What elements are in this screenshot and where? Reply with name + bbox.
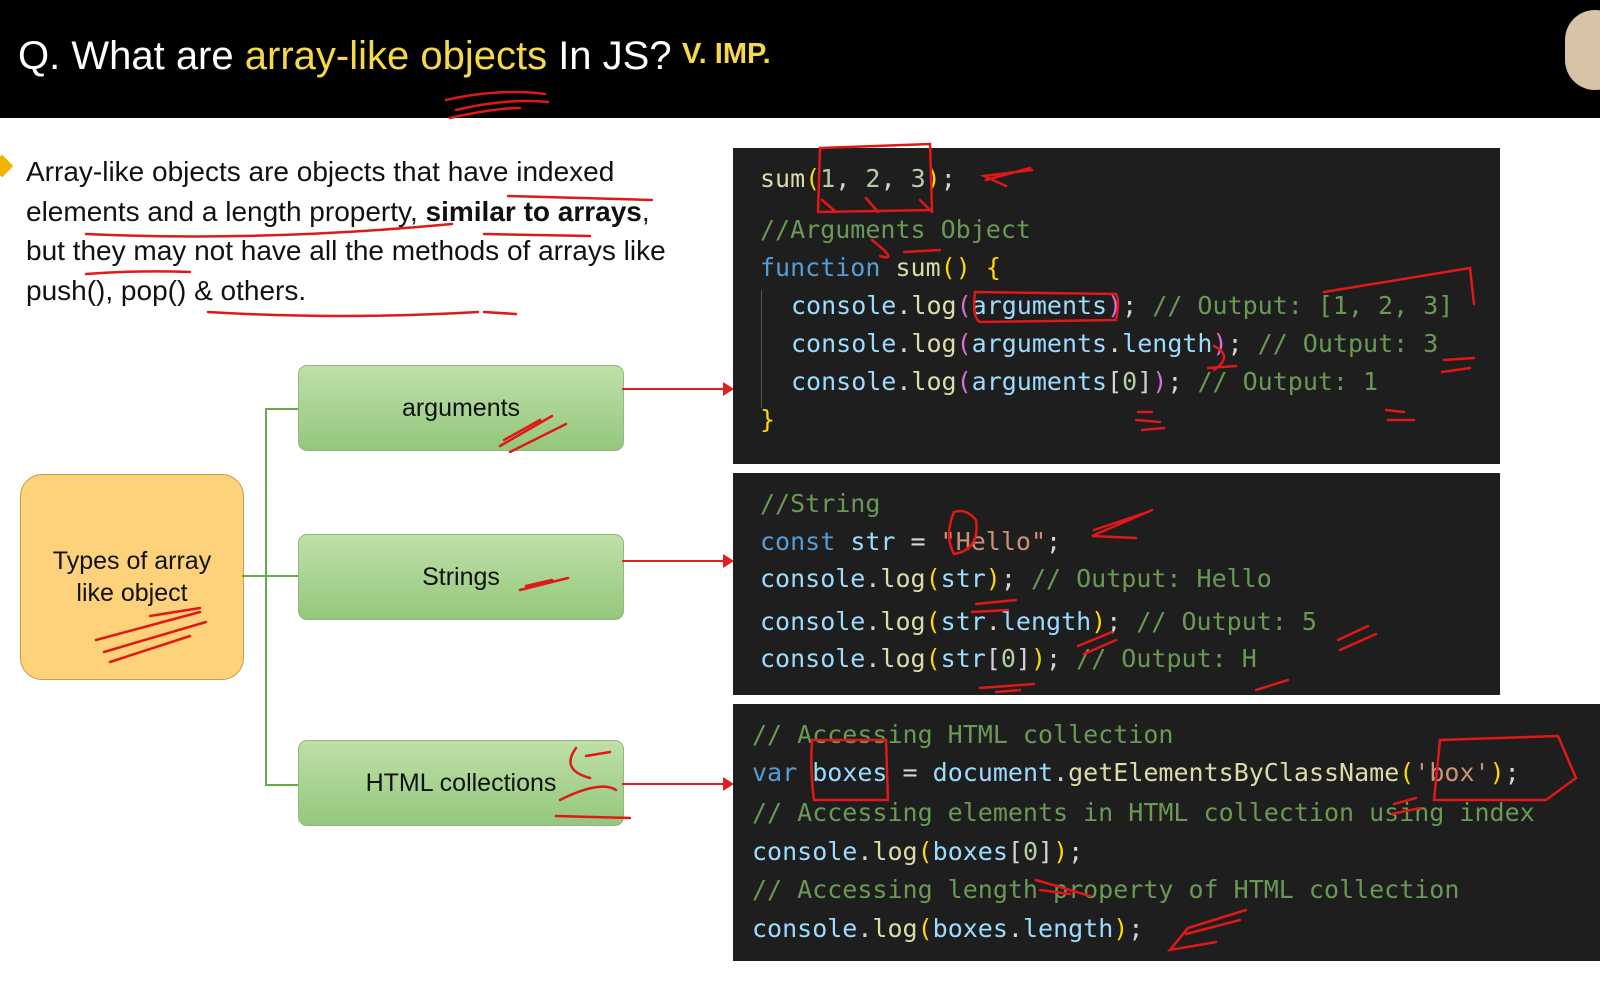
code-line: const str = "Hello"; [760,527,1062,556]
indent-guide [761,290,762,408]
code-line: function sum() { [760,253,1001,282]
code-line: console.log(str[0]); // Output: H [760,644,1257,673]
title-suffix: In JS? [547,34,672,78]
code-line: console.log(str); // Output: Hello [760,564,1272,593]
code-line: var boxes = document.getElementsByClassN… [752,758,1520,787]
branch-strings: Strings [298,534,624,620]
code-panel-strings: //String const str = "Hello"; console.lo… [733,473,1500,695]
code-line: // Accessing HTML collection [752,720,1174,749]
code-panel-arguments: sum(1, 2, 3); //Arguments Object functio… [733,148,1500,464]
code-line: sum(1, 2, 3); [760,164,956,193]
title-highlight: array-like objects [244,34,548,78]
connector-branch-1 [265,408,298,410]
code-line: console.log(arguments[0]); // Output: 1 [791,367,1379,396]
title-bar: Q. What are array-like objects In JS? V.… [0,0,1600,118]
code-line: // Accessing elements in HTML collection… [752,798,1535,827]
title-text: Q. What are [18,34,245,78]
code-line: // Accessing length property of HTML col… [752,875,1460,904]
arrow-strings [622,554,734,568]
branch-arguments: arguments [298,365,624,451]
code-line: console.log(str.length); // Output: 5 [760,607,1317,636]
bold-similar: similar to arrays [425,195,642,227]
definition-paragraph: Array-like objects are objects that have… [26,156,666,306]
importance-badge: V. IMP. [682,38,771,70]
connector-branch-3 [265,784,298,786]
arrow-html [622,777,734,791]
arrow-arguments [622,382,734,396]
code-line: console.log(arguments); // Output: [1, 2… [791,291,1454,320]
code-line: //Arguments Object [760,215,1031,244]
code-line: } [760,405,776,434]
code-line: console.log(boxes[0]); [752,837,1084,866]
connector-root [242,575,266,577]
code-panel-html: // Accessing HTML collection var boxes =… [733,704,1600,961]
connector-trunk [265,408,267,786]
branch-html-collections: HTML collections [298,740,624,826]
code-line: console.log(boxes.length); [752,914,1144,943]
ink-stroke [482,310,518,316]
code-line: console.log(arguments.length); // Output… [791,329,1439,358]
ink-stroke [206,310,480,318]
connector-branch-2 [265,575,298,577]
presenter-avatar [1565,10,1600,90]
slide-title: Q. What are array-like objects In JS? [18,34,672,79]
code-line: //String [760,489,881,518]
root-node: Types of array like object [20,474,244,680]
bullet-diamond-icon [0,154,14,178]
